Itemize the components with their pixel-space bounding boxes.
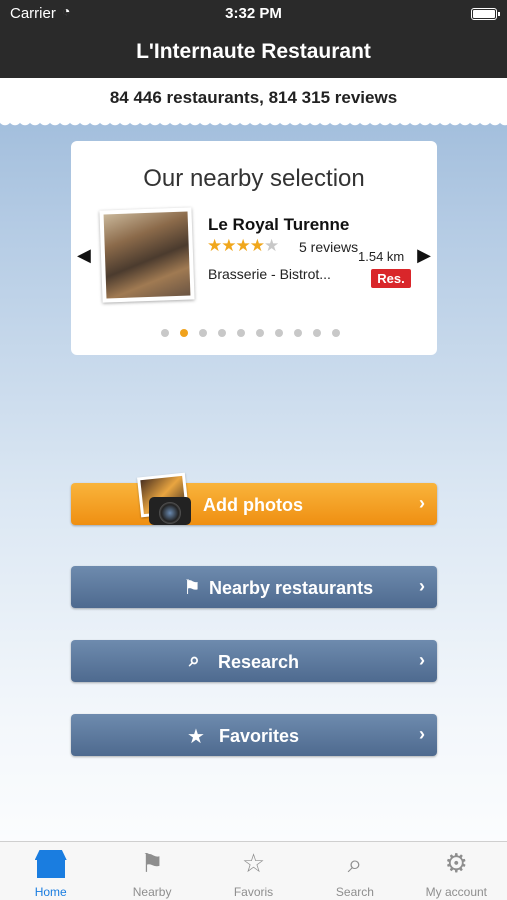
page-dot[interactable]	[237, 329, 245, 337]
rating-stars: ★★★★★	[207, 236, 279, 255]
review-count: 5 reviews	[299, 239, 359, 255]
page-dot[interactable]	[275, 329, 283, 337]
chevron-right-icon: ›	[419, 576, 425, 596]
tab-label: Home	[34, 885, 67, 899]
status-time: 3:32 PM	[225, 5, 282, 22]
add-photos-button[interactable]: Add photos ›	[71, 472, 437, 525]
restaurant-name[interactable]: Le Royal Turenne	[208, 215, 349, 235]
tab-nearby[interactable]: ⚑ Nearby	[101, 842, 202, 900]
stats-text: 84 446 restaurants, 814 315 reviews	[109, 88, 398, 107]
stats-banner: 84 446 restaurants, 814 315 reviews	[0, 78, 507, 128]
restaurant-category: Brasserie - Bistrot...	[208, 266, 331, 282]
search-icon: ⌕	[189, 650, 200, 671]
nearby-heading: Our nearby selection	[143, 165, 365, 192]
distance-label: 1.54 km	[358, 249, 405, 264]
chevron-right-icon: ›	[419, 650, 425, 670]
page-dot[interactable]	[180, 329, 188, 337]
favorites-label: Favorites	[219, 726, 300, 746]
tab-label: Search	[335, 885, 374, 899]
research-label: Research	[218, 652, 300, 672]
favorites-button[interactable]: ★ Favorites ›	[71, 714, 437, 756]
signpost-icon: ⚑	[183, 577, 201, 599]
tab-search[interactable]: ⌕ Search	[304, 842, 405, 900]
search-icon: ⌕	[347, 848, 363, 878]
chevron-right-icon: ›	[419, 493, 425, 513]
research-button[interactable]: ⌕ Research ›	[71, 640, 437, 682]
page-dot[interactable]	[313, 329, 321, 337]
chevron-right-icon: ›	[419, 724, 425, 744]
reservation-badge[interactable]: Res.	[371, 269, 411, 288]
tab-favoris[interactable]: ☆ Favoris	[203, 842, 304, 900]
page-dot[interactable]	[332, 329, 340, 337]
tab-my-account[interactable]: ⚙ My account	[406, 842, 507, 900]
page-dot[interactable]	[218, 329, 226, 337]
tab-label: Favoris	[233, 885, 274, 899]
battery-icon	[471, 8, 500, 20]
page-dot[interactable]	[256, 329, 264, 337]
signpost-icon: ⚑	[140, 848, 164, 878]
page-dot[interactable]	[161, 329, 169, 337]
tab-label: Nearby	[132, 885, 172, 899]
nav-bar: L'Internaute Restaurant	[0, 28, 507, 78]
next-arrow-icon[interactable]: ▶	[417, 245, 431, 266]
tab-bar: Home ⚑ Nearby ☆ Favoris ⌕ Search ⚙ My ac…	[0, 841, 507, 900]
home-icon	[34, 850, 67, 878]
page-dot[interactable]	[199, 329, 207, 337]
previous-arrow-icon[interactable]: ◀	[77, 245, 91, 266]
tab-label: My account	[425, 885, 487, 899]
star-icon: ☆	[241, 848, 266, 878]
status-bar: Carrier ◔ 3:32 PM	[0, 0, 507, 28]
nearby-selection-card: Our nearby selection ◀ Le Royal Turenne …	[71, 141, 437, 355]
page-indicator[interactable]	[161, 329, 340, 337]
nearby-restaurants-label: Nearby restaurants	[209, 578, 374, 598]
page-dot[interactable]	[294, 329, 302, 337]
gears-icon: ⚙	[444, 848, 468, 878]
add-photos-label: Add photos	[203, 495, 303, 515]
camera-icon	[135, 472, 193, 529]
restaurant-photo[interactable]	[99, 207, 195, 303]
star-icon: ★	[187, 726, 205, 748]
nearby-restaurants-button[interactable]: ⚑ Nearby restaurants ›	[71, 566, 437, 608]
tab-home[interactable]: Home	[0, 842, 101, 900]
page-title: L'Internaute Restaurant	[136, 40, 371, 63]
